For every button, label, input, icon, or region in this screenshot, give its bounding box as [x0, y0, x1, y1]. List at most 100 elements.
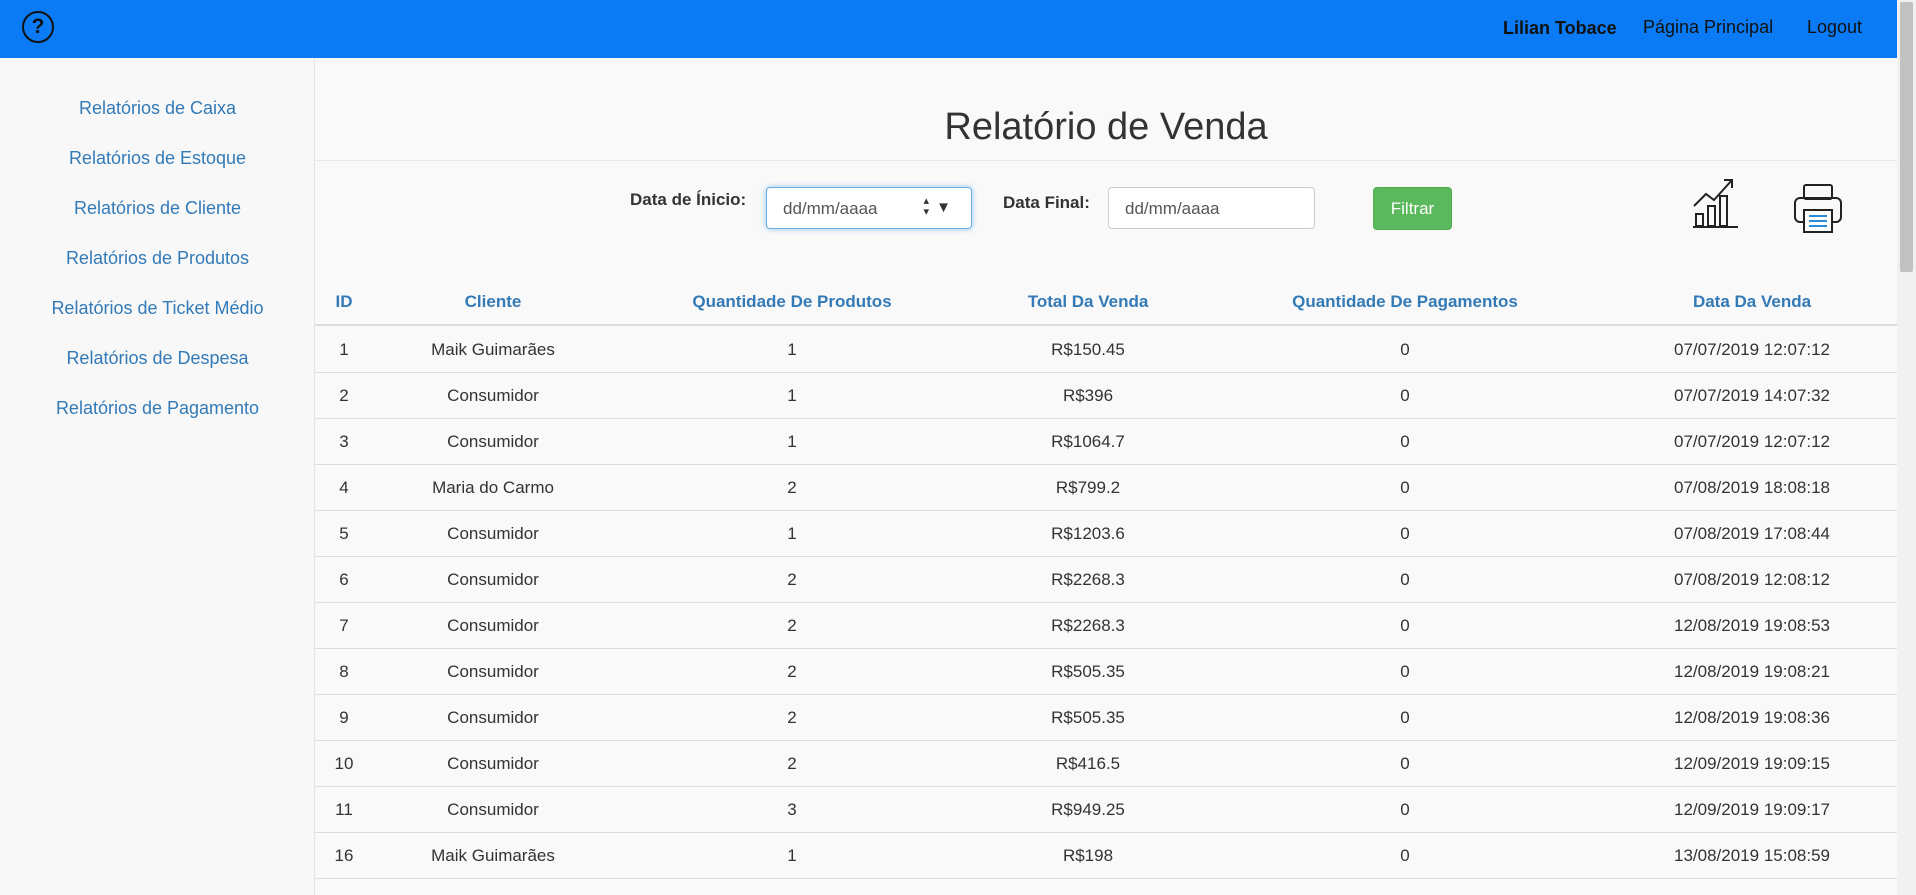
cell-total-venda: R$396 [1062, 386, 1114, 405]
cell-id: 10 [334, 754, 354, 773]
sidebar-item-produtos[interactable]: Relatórios de Produtos [0, 248, 315, 269]
cell-total-venda: R$198 [1062, 846, 1114, 865]
cell-data-venda: 12/08/2019 19:08:36 [1674, 708, 1830, 727]
home-link[interactable]: Página Principal [1643, 17, 1773, 38]
sidebar-item-pagamento[interactable]: Relatórios de Pagamento [0, 398, 315, 419]
cell-id: 6 [339, 570, 349, 589]
cell-quantidade-pagamentos: 0 [1400, 478, 1410, 497]
table-row: 6 Consumidor 2 R$2268.3 0 07/08/2019 12:08:12 [315, 557, 1897, 603]
cell-id: 7 [339, 616, 349, 635]
help-icon[interactable]: ? [22, 11, 54, 43]
page-title: Relatório de Venda [944, 106, 1268, 148]
cell-quantidade-produtos: 2 [787, 570, 797, 589]
column-header-quantidade-produtos[interactable]: Quantidade De Produtos [692, 292, 891, 312]
cell-data-venda: 07/07/2019 12:07:12 [1674, 432, 1830, 451]
cell-cliente: Maik Guimarães [431, 340, 555, 359]
chart-growth-icon[interactable] [1692, 176, 1740, 228]
spinner-icon[interactable]: ▴ ▾ [923, 196, 929, 218]
cell-quantidade-produtos: 2 [787, 754, 797, 773]
cell-total-venda: R$2268.3 [1051, 570, 1125, 589]
sidebar-item-cliente[interactable]: Relatórios de Cliente [0, 198, 315, 219]
cell-data-venda: 12/08/2019 19:08:53 [1674, 616, 1830, 635]
column-header-total-venda[interactable]: Total Da Venda [1028, 292, 1149, 312]
table-row: 8 Consumidor 2 R$505.35 0 12/08/2019 19:08:21 [315, 649, 1897, 695]
cell-quantidade-produtos: 2 [787, 478, 797, 497]
cell-total-venda: R$505.35 [1051, 708, 1125, 727]
cell-quantidade-produtos: 3 [787, 800, 797, 819]
table-header: ID Cliente Quantidade De Produtos Total … [315, 280, 1897, 326]
cell-data-venda: 07/07/2019 14:07:32 [1674, 386, 1830, 405]
cell-quantidade-pagamentos: 0 [1400, 570, 1410, 589]
page-scrollbar[interactable] [1897, 0, 1916, 895]
cell-data-venda: 12/08/2019 19:08:21 [1674, 662, 1830, 681]
table-row: 7 Consumidor 2 R$2268.3 0 12/08/2019 19:08:53 [315, 603, 1897, 649]
cell-quantidade-produtos: 1 [787, 386, 797, 405]
sidebar-item-despesa[interactable]: Relatórios de Despesa [0, 348, 315, 369]
sidebar-item-ticket-medio[interactable]: Relatórios de Ticket Médio [0, 298, 315, 319]
cell-quantidade-pagamentos: 0 [1400, 800, 1410, 819]
cell-quantidade-pagamentos: 0 [1400, 662, 1410, 681]
cell-id: 11 [335, 800, 353, 819]
cell-quantidade-pagamentos: 0 [1400, 432, 1410, 451]
cell-id: 16 [334, 846, 354, 865]
cell-data-venda: 13/08/2019 15:08:59 [1674, 846, 1830, 865]
printer-icon[interactable] [1793, 184, 1843, 234]
cell-quantidade-produtos: 2 [787, 616, 797, 635]
cell-quantidade-pagamentos: 0 [1400, 846, 1410, 865]
table-row: 3 Consumidor 1 R$1064.7 0 07/07/2019 12:07:12 [315, 419, 1897, 465]
start-date-label: Data de Ínicio: [630, 190, 747, 209]
column-header-cliente[interactable]: Cliente [465, 292, 522, 312]
sidebar-item-estoque[interactable]: Relatórios de Estoque [0, 148, 315, 169]
cell-data-venda: 07/08/2019 17:08:44 [1674, 524, 1830, 543]
table-row: 9 Consumidor 2 R$505.35 0 12/08/2019 19:08:36 [315, 695, 1897, 741]
main-content: Relatório de Venda Data de Ínicio: dd/mm… [315, 58, 1897, 895]
table-row: 11 Consumidor 3 R$949.25 0 12/09/2019 19:09:1… [315, 787, 1897, 833]
cell-cliente: Consumidor [447, 386, 539, 405]
cell-quantidade-pagamentos: 0 [1400, 754, 1410, 773]
start-date-placeholder: dd/mm/aaaa [783, 199, 878, 218]
user-name: Lilian Tobace [1503, 18, 1617, 38]
cell-quantidade-pagamentos: 0 [1400, 524, 1410, 543]
end-date-input[interactable]: dd/mm/aaaa [1108, 187, 1315, 229]
table-row: 16 Maik Guimarães 1 R$198 0 13/08/2019 15:08:… [315, 833, 1897, 879]
cell-total-venda: R$2268.3 [1051, 616, 1125, 635]
cell-data-venda: 07/08/2019 18:08:18 [1674, 478, 1830, 497]
cell-quantidade-produtos: 2 [787, 662, 797, 681]
cell-data-venda: 07/07/2019 12:07:12 [1674, 340, 1830, 359]
start-date-input[interactable]: dd/mm/aaaa ▴ ▾ ▼ [766, 187, 972, 229]
cell-total-venda: R$416.5 [1055, 754, 1121, 773]
cell-id: 5 [339, 524, 349, 543]
end-date-placeholder: dd/mm/aaaa [1125, 199, 1220, 218]
column-header-id[interactable]: ID [336, 292, 353, 312]
table-row: 10 Consumidor 2 R$416.5 0 12/09/2019 19:09:15 [315, 741, 1897, 787]
table-row: 4 Maria do Carmo 2 R$799.2 0 07/08/2019 18:08… [315, 465, 1897, 511]
cell-quantidade-produtos: 1 [787, 432, 797, 451]
cell-data-venda: 12/09/2019 19:09:17 [1674, 800, 1830, 819]
sidebar-item-caixa[interactable]: Relatórios de Caixa [0, 98, 315, 119]
cell-id: 8 [339, 662, 349, 681]
cell-quantidade-produtos: 2 [787, 708, 797, 727]
filter-button[interactable]: Filtrar [1373, 187, 1452, 230]
cell-total-venda: R$1064.7 [1051, 432, 1125, 451]
column-header-quantidade-pagamentos[interactable]: Quantidade De Pagamentos [1292, 292, 1518, 312]
cell-data-venda: 12/09/2019 19:09:15 [1674, 754, 1830, 773]
sidebar: Relatórios de Caixa Relatórios de Estoqu… [0, 58, 315, 895]
column-header-data-venda[interactable]: Data Da Venda [1693, 292, 1811, 312]
cell-cliente: Maria do Carmo [432, 478, 554, 497]
cell-id: 2 [339, 386, 349, 405]
cell-id: 4 [339, 478, 349, 497]
cell-data-venda: 07/08/2019 12:08:12 [1674, 570, 1830, 589]
cell-cliente: Consumidor [447, 432, 539, 451]
cell-cliente: Consumidor [447, 524, 539, 543]
cell-total-venda: R$949.25 [1051, 800, 1125, 819]
scrollbar-thumb[interactable] [1900, 2, 1913, 272]
cell-cliente: Maik Guimarães [431, 846, 555, 865]
cell-cliente: Consumidor [447, 708, 539, 727]
logout-link[interactable]: Logout [1807, 17, 1862, 38]
dropdown-arrow-icon[interactable]: ▼ [936, 199, 951, 216]
cell-id: 1 [339, 340, 349, 359]
table-row: 1 Maik Guimarães 1 R$150.45 0 07/07/2019 12:0… [315, 327, 1897, 373]
cell-quantidade-pagamentos: 0 [1400, 616, 1410, 635]
cell-cliente: Consumidor [447, 800, 539, 819]
cell-total-venda: R$505.35 [1051, 662, 1125, 681]
